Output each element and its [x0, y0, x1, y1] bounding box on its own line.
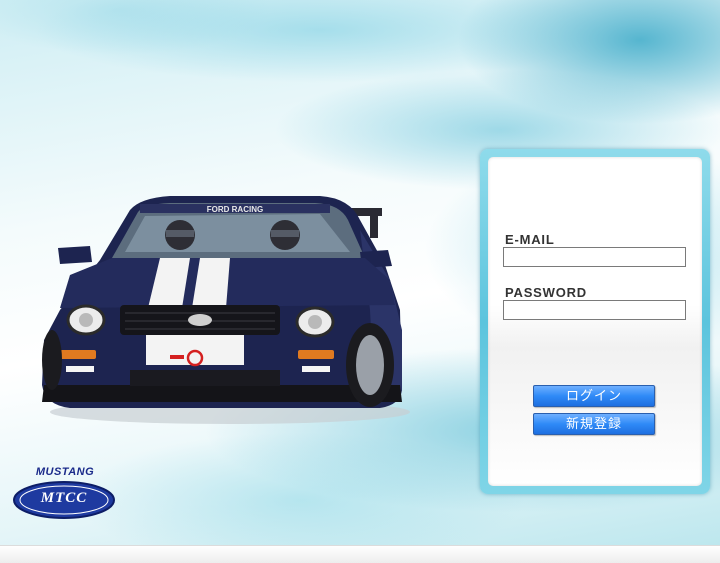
login-panel: E-MAIL PASSWORD ログイン 新規登録	[480, 149, 710, 494]
login-button[interactable]: ログイン	[533, 385, 655, 407]
password-field[interactable]	[503, 300, 686, 320]
login-page: FORD RACING MUSTANG MTCC E-MAIL PASSWORD…	[0, 0, 720, 563]
logo-brand-text: MUSTANG	[35, 466, 95, 478]
email-label: E-MAIL	[505, 232, 555, 247]
footer-strip	[0, 545, 720, 563]
register-button[interactable]: 新規登録	[533, 413, 655, 435]
mustang-club-logo: MUSTANG MTCC	[10, 466, 120, 524]
svg-text:FORD RACING: FORD RACING	[207, 205, 263, 214]
email-field[interactable]	[503, 247, 686, 267]
logo-club-text: MTCC	[40, 490, 88, 506]
login-panel-inner: E-MAIL PASSWORD ログイン 新規登録	[488, 157, 702, 486]
race-car-image: FORD RACING	[42, 196, 410, 424]
password-label: PASSWORD	[505, 285, 587, 300]
